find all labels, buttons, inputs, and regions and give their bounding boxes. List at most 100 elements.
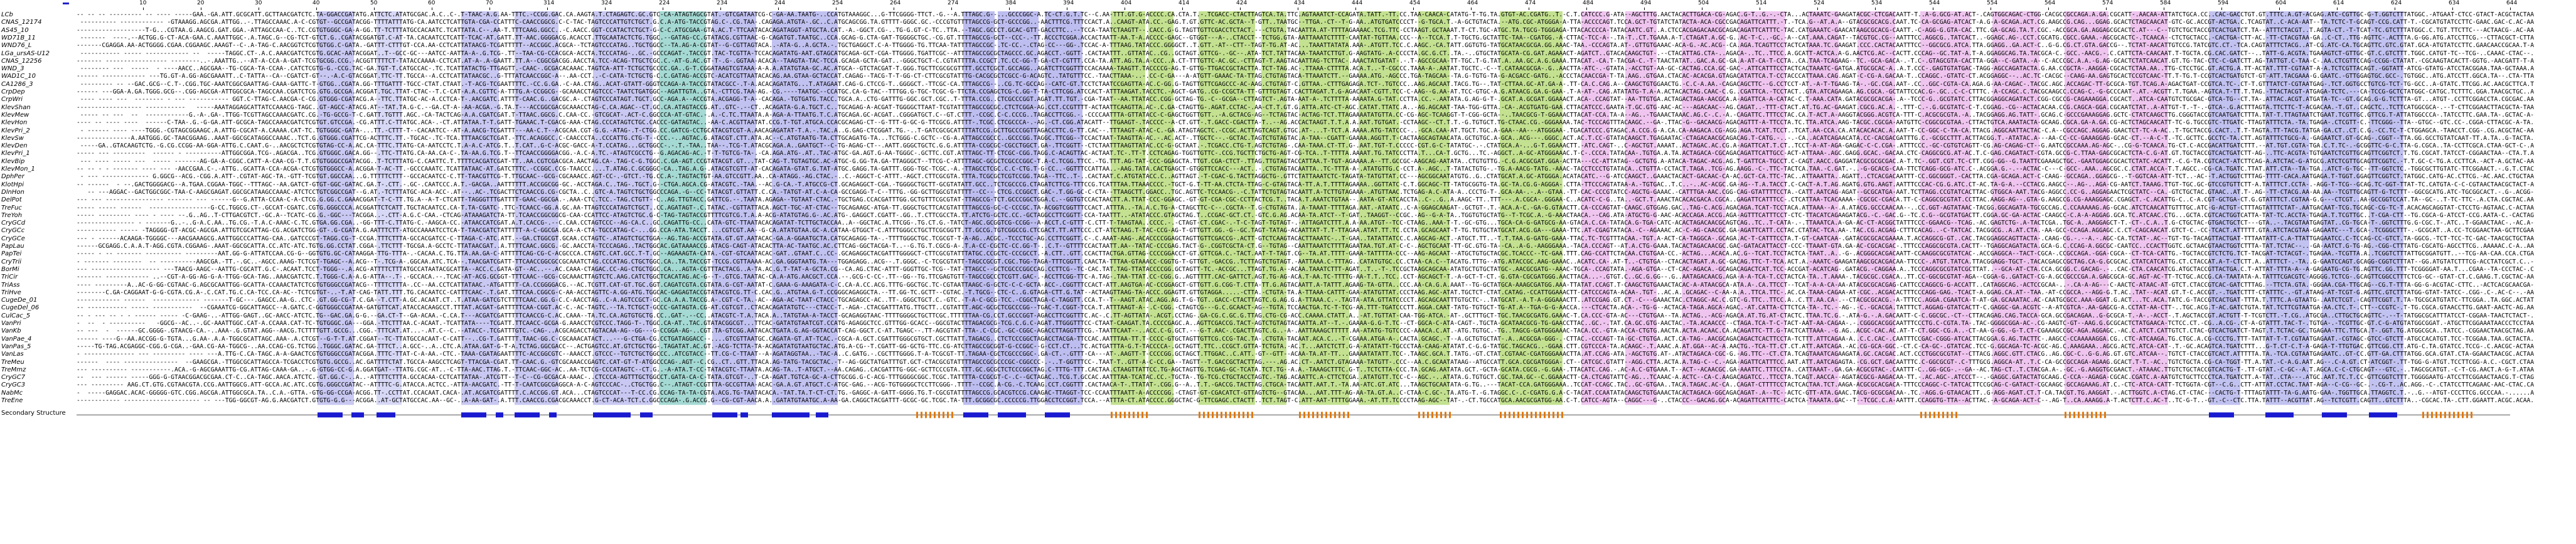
structure-strand-mark xyxy=(1203,412,1205,419)
structure-helix-segment xyxy=(1045,412,1070,418)
structure-strand-mark xyxy=(1544,412,1546,419)
structure-strand-mark xyxy=(1321,412,1323,419)
structure-strand-mark xyxy=(1225,412,1227,419)
structure-strand-mark xyxy=(1251,412,1253,419)
structure-strand-mark xyxy=(2453,412,2455,419)
structure-strand-mark xyxy=(1548,412,1550,419)
alignment-viewer: 10 20 30 40 50 60 70 314 324 224 234 244 254 264 274 38… xyxy=(0,0,2576,544)
structure-strand-mark xyxy=(1137,412,1139,419)
structure-strand-mark xyxy=(2427,412,2429,419)
structure-strand-mark xyxy=(1243,412,1244,419)
structure-strand-mark xyxy=(2100,412,2102,419)
structure-strand-mark xyxy=(1513,412,1515,419)
structure-strand-mark xyxy=(1303,412,1305,419)
structure-strand-mark xyxy=(2073,412,2075,419)
structure-strand-mark xyxy=(1111,412,1113,419)
structure-strand-mark xyxy=(2466,412,2468,419)
structure-strand-mark xyxy=(947,412,949,419)
structure-strand-mark xyxy=(2095,412,2097,419)
structure-strand-mark xyxy=(951,412,953,419)
structure-helix-segment xyxy=(963,412,988,418)
structure-strand-mark xyxy=(934,412,936,419)
structure-strand-mark xyxy=(1238,412,1240,419)
structure-strand-mark xyxy=(1449,412,1451,419)
structure-strand-mark xyxy=(1212,412,1214,419)
structure-helix-segment xyxy=(816,412,828,418)
structure-strand-mark xyxy=(2078,412,2080,419)
structure-strand-mark xyxy=(1120,412,1121,419)
structure-strand-mark xyxy=(916,412,918,419)
structure-helix-segment xyxy=(461,412,486,418)
structure-strand-mark xyxy=(2104,412,2106,419)
structure-strand-mark xyxy=(1427,412,1429,419)
structure-strand-mark xyxy=(1517,412,1519,419)
structure-strand-mark xyxy=(1229,412,1231,419)
structure-strand-mark xyxy=(1128,412,1130,419)
structure-strand-mark xyxy=(1445,412,1446,419)
structure-strand-mark xyxy=(1436,412,1438,419)
structure-strand-mark xyxy=(1938,412,1940,419)
structure-helix-segment xyxy=(712,412,737,418)
structure-strand-mark xyxy=(1526,412,1528,419)
structure-strand-mark xyxy=(1557,412,1559,419)
structure-strand-mark xyxy=(1325,412,1327,419)
structure-strand-mark xyxy=(1440,412,1442,419)
structure-strand-mark xyxy=(1221,412,1222,419)
structure-helix-segment xyxy=(998,412,1026,418)
structure-helix-segment xyxy=(549,412,557,418)
structure-strand-mark xyxy=(1947,412,1948,419)
structure-helix-segment xyxy=(593,412,631,418)
structure-strand-mark xyxy=(1955,412,1957,419)
structure-strand-mark xyxy=(1951,412,1953,419)
structure-strand-mark xyxy=(1925,412,1927,419)
structure-strand-mark xyxy=(1330,412,1332,419)
structure-strand-mark xyxy=(938,412,940,419)
structure-strand-mark xyxy=(1553,412,1554,419)
structure-strand-mark xyxy=(925,412,927,419)
structure-strand-mark xyxy=(1308,412,1310,419)
structure-strand-mark xyxy=(2444,412,2446,419)
structure-strand-mark xyxy=(1423,412,1424,419)
structure-strand-mark xyxy=(2069,412,2071,419)
secondary-structure-track xyxy=(77,412,2510,419)
structure-strand-mark xyxy=(1133,412,1135,419)
structure-strand-mark xyxy=(943,412,944,419)
structure-helix-segment xyxy=(772,412,810,418)
structure-strand-mark xyxy=(2457,412,2459,419)
structure-helix-segment xyxy=(318,412,343,418)
structure-strand-mark xyxy=(1942,412,1944,419)
structure-strand-mark xyxy=(1216,412,1218,419)
structure-strand-mark xyxy=(2471,412,2472,419)
structure-strand-mark xyxy=(1509,412,1510,419)
structure-strand-mark xyxy=(2440,412,2442,419)
structure-strand-mark xyxy=(1933,412,1935,419)
structure-strand-mark xyxy=(1317,412,1318,419)
structure-strand-mark xyxy=(2422,412,2424,419)
structure-helix-segment xyxy=(2265,412,2294,418)
structure-strand-mark xyxy=(1929,412,1931,419)
structure-strand-mark xyxy=(1115,412,1117,419)
structure-strand-mark xyxy=(1418,412,1420,419)
structure-helix-segment xyxy=(2322,412,2347,418)
structure-strand-mark xyxy=(1504,412,1506,419)
structure-strand-mark xyxy=(1207,412,1209,419)
structure-strand-mark xyxy=(1124,412,1126,419)
structure-strand-mark xyxy=(1539,412,1541,419)
structure-strand-mark xyxy=(1146,412,1148,419)
structure-strand-mark xyxy=(1299,412,1301,419)
structure-strand-mark xyxy=(1522,412,1524,419)
structure-helix-segment xyxy=(515,412,540,418)
structure-strand-mark xyxy=(2087,412,2088,419)
structure-strand-mark xyxy=(2462,412,2464,419)
structure-strand-mark xyxy=(1535,412,1537,419)
structure-strand-mark xyxy=(1339,412,1340,419)
structure-helix-segment xyxy=(2209,412,2234,418)
structure-strand-mark xyxy=(929,412,931,419)
structure-strand-mark xyxy=(1334,412,1336,419)
structure-helix-segment xyxy=(377,412,395,418)
structure-strand-mark xyxy=(921,412,922,419)
structure-strand-mark xyxy=(1561,412,1563,419)
structure-strand-mark xyxy=(1141,412,1143,419)
structure-strand-mark xyxy=(1431,412,1433,419)
structure-strand-mark xyxy=(2449,412,2450,419)
